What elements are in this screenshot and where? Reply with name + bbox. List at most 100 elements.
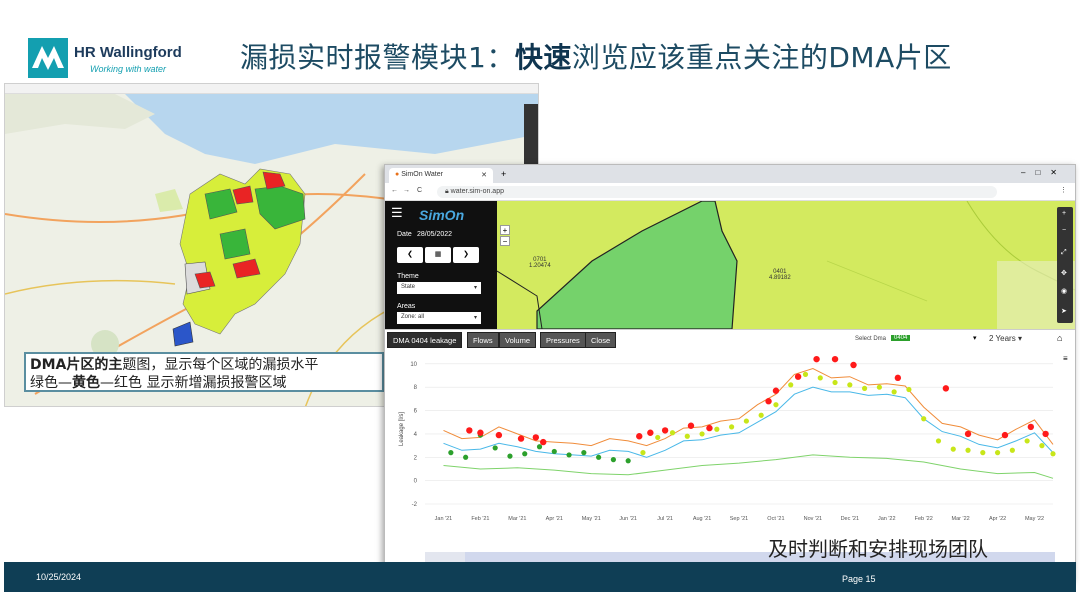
prev-date-button[interactable]: ❮ — [397, 247, 423, 263]
zoom-out-button[interactable]: − — [500, 236, 510, 246]
x-axis-ticks: Jan '21 Feb '21 Mar '21 Apr '21 May '21 Jun '… — [435, 516, 1044, 522]
map-locate-icon[interactable]: ◉ — [1061, 287, 1067, 295]
x-tick-label: May '21 — [582, 516, 601, 522]
qleak-point — [566, 452, 572, 458]
browser-menu-icon[interactable]: ⋮ — [1060, 186, 1067, 194]
home-icon[interactable]: ⌂ — [1057, 333, 1062, 343]
forward-icon[interactable]: → — [403, 187, 410, 194]
select-dma-value[interactable]: 0404 — [891, 335, 911, 341]
x-tick-label: Mar '22 — [952, 516, 970, 522]
qleak-point — [655, 434, 661, 441]
qleak-point — [1009, 447, 1015, 453]
qleak-point — [906, 386, 912, 393]
qleak-point — [1050, 451, 1056, 457]
pressures-button[interactable]: Pressures — [540, 332, 586, 348]
qleak-point — [876, 384, 882, 390]
alarm-point — [636, 433, 643, 440]
date-label: Date — [397, 231, 412, 238]
url-field[interactable]: 🔒︎ water.sim-on.app — [437, 186, 997, 198]
alarm-point — [794, 373, 802, 380]
y-tick-label: 0 — [414, 479, 418, 485]
slide-title-part-2: 浏览应该重点关注的DMA片区 — [571, 41, 952, 74]
range-select[interactable]: 2 Years ▾ — [989, 334, 1022, 343]
alarm-point — [894, 374, 902, 382]
slide: HR Wallingford Working with water 漏损实时报警… — [0, 0, 1080, 598]
logo-tagline: Working with water — [90, 64, 167, 74]
tab-title: SimOn Water — [401, 171, 443, 178]
x-tick-label: Aug '21 — [693, 516, 711, 522]
browser-tab[interactable]: ● SimOn Water ✕ — [389, 168, 493, 183]
qleak-point — [980, 450, 986, 456]
url-text: water.sim-on.app — [450, 188, 504, 195]
dma-label-0701-value: 1.20474 — [529, 263, 551, 269]
slide-title: 漏损实时报警模块1：快速浏览应该重点关注的DMA片区 — [240, 36, 952, 76]
alarm-point — [540, 438, 547, 446]
dma-label-0701: 0701 1.20474 — [529, 257, 551, 269]
qleak-point — [714, 426, 720, 432]
window-controls-icon[interactable]: –□✕ — [1021, 168, 1067, 177]
qleak-point — [625, 458, 631, 464]
footer-bar — [4, 562, 1076, 592]
y-tick-label: 10 — [410, 362, 417, 368]
flows-button[interactable]: Flows — [467, 332, 499, 348]
legend-red-text: —红色 显示新增漏损报警区域 — [100, 375, 287, 391]
map-browser-bar — [5, 84, 538, 94]
qleak-point — [669, 430, 676, 436]
reload-icon[interactable]: C — [417, 187, 422, 194]
tab-close-icon[interactable]: ✕ — [481, 171, 487, 179]
map-pan-icon[interactable]: ✥ — [1061, 269, 1067, 277]
app-sidebar: ☰ SimOn Date 28/05/2022 ❮ ▦ ❯ Theme Stat… — [385, 201, 497, 329]
slide-caption: 及时判断和安排现场团队 — [768, 537, 988, 561]
select-dma-chevron-icon[interactable]: ▾ — [973, 334, 977, 342]
hamburger-menu-icon[interactable]: ☰ — [391, 205, 403, 221]
map-zoom-out-icon[interactable]: − — [1062, 227, 1066, 234]
legend-line-1-bold: DMA片区的主 — [30, 357, 123, 373]
dma-label-0401-value: 4.89182 — [769, 275, 791, 281]
x-tick-label: Feb '22 — [915, 516, 933, 522]
qleak-point — [1024, 438, 1030, 444]
qleak-point — [507, 453, 513, 459]
x-tick-label: Jan '21 — [435, 516, 453, 522]
areas-select[interactable]: Zone: all ▾ — [397, 312, 481, 324]
alarm-point — [687, 422, 695, 429]
back-icon[interactable]: ← — [391, 187, 398, 194]
map-zoom-in-icon[interactable]: + — [1062, 210, 1066, 217]
alarm-point — [661, 427, 669, 434]
qleak-point — [788, 382, 794, 388]
qleak-point — [610, 457, 616, 463]
y-tick-label: 4 — [414, 432, 418, 438]
y-tick-label: 2 — [414, 455, 418, 461]
qleak-point — [847, 382, 853, 388]
qleak-point — [551, 448, 557, 455]
alarm-point — [706, 424, 713, 432]
alarm-point — [1001, 431, 1009, 439]
theme-select[interactable]: State ▾ — [397, 282, 481, 294]
alarm-point — [1027, 423, 1035, 431]
qleak-point — [448, 450, 454, 456]
close-button[interactable]: Close — [585, 332, 617, 348]
chart-grid — [425, 363, 1053, 505]
chart-series — [443, 367, 1054, 479]
qleak-point — [950, 446, 956, 452]
alarm-point — [942, 385, 950, 392]
volume-button[interactable]: Volume — [499, 332, 537, 348]
alarm-point — [1042, 430, 1049, 438]
zone-map-canvas — [497, 201, 1075, 329]
tab-favicon-icon: ● — [395, 171, 400, 178]
alarm-point — [964, 430, 972, 438]
calendar-button[interactable]: ▦ — [425, 247, 451, 263]
map-fullscreen-icon[interactable]: ⤢ — [1061, 249, 1067, 257]
logo-brand-name: HR Wallingford — [74, 44, 182, 61]
zone-map[interactable]: + − 0701 1.20474 0401 4.89182 + − ⤢ ✥ ◉ … — [497, 201, 1075, 329]
alarm-point — [517, 435, 525, 442]
x-tick-label: Sep '21 — [730, 516, 748, 522]
zoom-in-button[interactable]: + — [500, 225, 510, 235]
next-date-button[interactable]: ❯ — [453, 247, 479, 263]
alarm-point — [813, 355, 820, 363]
dma-leakage-tab[interactable]: DMA 0404 leakage — [387, 332, 463, 348]
x-tick-label: May '22 — [1025, 516, 1044, 522]
qleak-point — [640, 450, 646, 456]
map-pointer-icon[interactable]: ➤ — [1061, 307, 1067, 315]
qleak-point — [729, 424, 735, 430]
new-tab-icon[interactable]: + — [501, 169, 506, 179]
